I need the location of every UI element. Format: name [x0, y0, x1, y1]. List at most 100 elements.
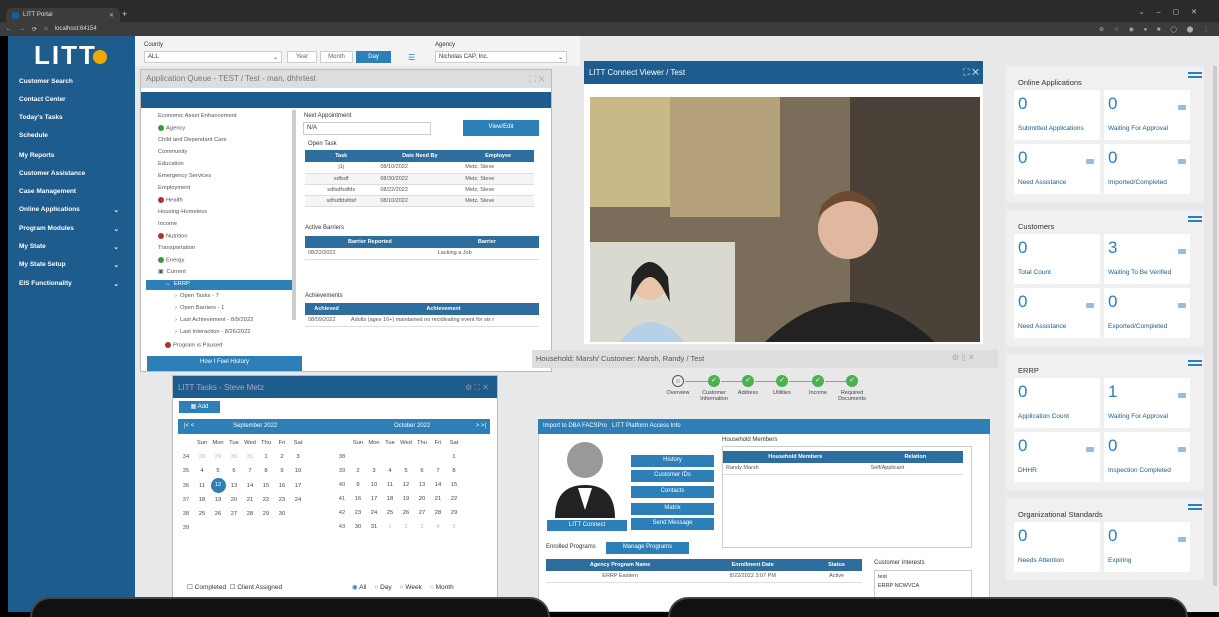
column-header[interactable]: Relation [867, 451, 963, 463]
calendar-day[interactable]: 23 [350, 506, 366, 520]
reload-icon[interactable]: ⟳ [32, 26, 37, 33]
column-header[interactable]: Household Members [723, 451, 868, 463]
view-edit-button[interactable]: View/Edit [463, 120, 539, 136]
tree-item[interactable]: Health [158, 197, 183, 204]
calendar-day[interactable]: 2 [398, 520, 414, 534]
tree-item[interactable]: Agency [158, 125, 185, 132]
tree-item[interactable]: Emergency Services [158, 173, 211, 179]
calendar-day[interactable]: 1 [258, 450, 274, 464]
check-icon[interactable]: ✓ [742, 375, 754, 387]
calendar-day[interactable]: 5 [398, 464, 414, 478]
table-row[interactable]: Randy Marsh Self/Applicant [723, 463, 963, 475]
tree-item[interactable]: ▣ Current [158, 269, 186, 275]
calendar-day[interactable]: 7 [430, 464, 446, 478]
calendar-day[interactable] [290, 521, 306, 535]
next-appt-field[interactable]: N/A [303, 122, 431, 135]
new-tab-icon[interactable]: + [122, 9, 127, 19]
calendar-day[interactable]: 18 [382, 492, 398, 506]
calendar-day[interactable]: 11 [382, 478, 398, 492]
year-button[interactable]: Year [287, 51, 317, 63]
manage-programs-button[interactable]: Manage Programs [606, 542, 689, 554]
calendar-day[interactable]: 26 [398, 506, 414, 520]
calendar-day[interactable]: 17 [290, 478, 306, 493]
sidebar-item-schedule[interactable]: Schedule [19, 132, 129, 139]
chevron-down-icon[interactable]: ⌄ [114, 261, 119, 269]
calendar-day[interactable]: 1 [382, 520, 398, 534]
calendar-day[interactable]: 11 [194, 478, 210, 493]
table-row[interactable]: 08/09/2022 Adults (ages 16+) maintained n… [305, 315, 539, 327]
table-row[interactable]: j1j 08/10/2022 Metz, Steve [305, 162, 534, 174]
radio-month[interactable]: ○ Month [430, 584, 454, 591]
tree-item[interactable]: Energy [158, 257, 184, 264]
calendar-day[interactable]: 3 [290, 450, 306, 464]
calendar-day[interactable]: 4 [430, 520, 446, 534]
dashboard-scrollbar[interactable] [1213, 66, 1217, 586]
litt-logo[interactable]: LITT [34, 40, 107, 71]
calendar-day[interactable]: 25 [382, 506, 398, 520]
calendar-day[interactable] [258, 521, 274, 535]
import-dba-link[interactable]: Import to DBA FACSPro [543, 423, 607, 429]
calendar-day[interactable]: 5 [210, 464, 226, 478]
sidebar-item-customer-assistance[interactable]: Customer Assistance [19, 170, 129, 177]
calendar-day[interactable] [194, 521, 210, 535]
history-button[interactable]: History [631, 455, 714, 467]
calendar-day[interactable]: 31 [366, 520, 382, 534]
back-icon[interactable]: ← [6, 26, 12, 32]
check-icon[interactable]: ✓ [708, 375, 720, 387]
month-button[interactable]: Month [320, 51, 353, 63]
column-header[interactable]: Agency Program Name [546, 559, 695, 571]
calendar-day[interactable]: 30 [226, 450, 242, 464]
tree-item[interactable]: ↔ ERRP [165, 281, 190, 287]
url-text[interactable]: localhost:64154 [55, 26, 97, 32]
column-header[interactable]: Task [305, 150, 378, 162]
calendar-day[interactable]: 28 [430, 506, 446, 520]
calendar-day[interactable]: 25 [194, 507, 210, 521]
calendar-day[interactable]: 30 [350, 520, 366, 534]
column-header[interactable]: Enrollment Date [694, 559, 812, 571]
calendar-day[interactable]: 28 [194, 450, 210, 464]
household-window-icons[interactable]: ⚙ ▯ ✕ [952, 353, 975, 362]
check-icon[interactable]: ✓ [812, 375, 824, 387]
overview-step-icon[interactable]: ☺ [672, 375, 684, 387]
calendar-day[interactable]: 19 [398, 492, 414, 506]
calendar-day[interactable]: 4 [194, 464, 210, 478]
sidebar-item-case-management[interactable]: Case Management [19, 188, 129, 195]
sidebar-item-online-applications[interactable]: Online Applications ⌄ [19, 206, 129, 214]
calendar-day[interactable]: 30 [274, 507, 290, 521]
calendar-day[interactable]: 10 [366, 478, 382, 492]
tree-item[interactable]: Program is Paused [165, 342, 222, 349]
calendar-day[interactable] [366, 450, 382, 464]
calendar-day[interactable]: 23 [274, 493, 290, 507]
calendar-day[interactable]: 5 [446, 520, 462, 534]
calendar-day[interactable]: 8 [446, 464, 462, 478]
forward-icon[interactable]: → [19, 26, 25, 32]
column-header[interactable]: Status [811, 559, 862, 571]
sidebar-item-customer-search[interactable]: Customer Search [19, 78, 129, 85]
calendar-day[interactable]: 12 [210, 478, 226, 493]
expand-icon[interactable] [158, 257, 164, 263]
tree-item[interactable]: Nutrition [158, 233, 188, 240]
list-icon[interactable]: ☰ [408, 53, 415, 62]
calendar-day[interactable] [290, 507, 306, 521]
calendar-day[interactable]: 24 [366, 506, 382, 520]
sidebar-item-eis-functionality[interactable]: EIS Functionality ⌄ [19, 280, 129, 288]
agency-select[interactable]: Nicholas CAP, Inc. ⌄ [435, 51, 567, 63]
chevron-down-icon[interactable]: ⌄ [114, 206, 119, 214]
next-icon[interactable]: > >| [476, 423, 486, 429]
chevron-down-icon[interactable]: ⌄ [114, 225, 119, 233]
calendar-day[interactable] [226, 521, 242, 535]
calendar-day[interactable]: 12 [398, 478, 414, 492]
calendar-day[interactable]: 29 [258, 507, 274, 521]
calendar-day[interactable]: 20 [414, 492, 430, 506]
calendar-day[interactable]: 13 [226, 478, 242, 493]
completed-filter[interactable]: ☐ Completed ☐ Client Assigned [187, 583, 282, 591]
sidebar-item-my-state-setup[interactable]: My State Setup ⌄ [19, 261, 129, 269]
calendar-day[interactable]: 3 [414, 520, 430, 534]
calendar-day[interactable]: 8 [258, 464, 274, 478]
tree-item[interactable]: › Last Achievement - 8/9/2022 [175, 317, 253, 323]
calendar-day[interactable]: 2 [350, 464, 366, 478]
column-header[interactable]: Achievement [347, 303, 539, 315]
calendar-day[interactable]: 28 [242, 507, 258, 521]
column-header[interactable]: Date Need By [377, 150, 463, 162]
table-row[interactable]: sdfsdfsdfds 08/22/2022 Metz, Steve [305, 184, 534, 196]
